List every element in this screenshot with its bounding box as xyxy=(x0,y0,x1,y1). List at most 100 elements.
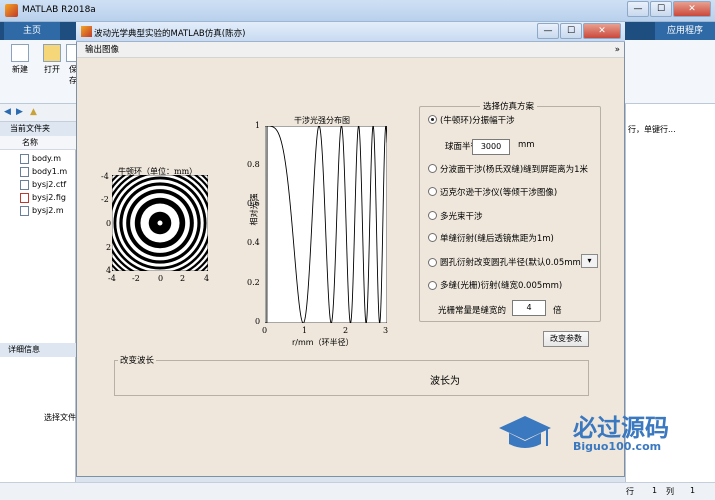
watermark-url: Biguo100.com xyxy=(573,440,662,453)
radio-michelson[interactable] xyxy=(428,187,437,196)
row-label: 行 xyxy=(626,487,634,496)
plot2-ytick: 0.4 xyxy=(247,238,260,247)
matlab-titlebar: MATLAB R2018a — ☐ ✕ xyxy=(0,0,715,22)
plot1-xtick: -2 xyxy=(132,274,140,283)
plot2-ytick: 0 xyxy=(255,317,261,326)
row-value: 1 xyxy=(652,486,658,495)
fig-file-icon xyxy=(20,193,29,203)
option-label: 多缝(光栅)衍射(缝宽0.005mm) xyxy=(440,281,563,291)
figure-logo-icon xyxy=(81,26,92,37)
figure-titlebar: 波动光学典型实验的MATLAB仿真(陈亦) — ☐ ✕ xyxy=(76,22,625,42)
maximize-button[interactable]: ☐ xyxy=(650,1,672,17)
file-item[interactable]: bysj2.ctf xyxy=(32,180,66,189)
minimize-button[interactable]: — xyxy=(627,1,649,17)
option-label: 多光束干涉 xyxy=(440,212,483,222)
plot2-ytick: 1 xyxy=(255,121,261,130)
newton-rings-image xyxy=(112,175,208,271)
tab-home[interactable]: 主页 xyxy=(4,22,60,40)
back-icon[interactable]: ◀ xyxy=(4,107,11,117)
wavelength-panel xyxy=(114,360,589,396)
plot2-title: 干涉光强分布图 xyxy=(294,116,350,125)
plot2-ytick: 0.8 xyxy=(247,160,260,169)
workspace-hint: 行，单键行... xyxy=(628,125,676,134)
panel-title: 选择仿真方案 xyxy=(480,100,538,112)
matlab-logo-icon xyxy=(5,4,18,17)
plot2-ytick: 0.2 xyxy=(247,278,260,287)
file-item[interactable]: bysj2.m xyxy=(32,206,64,215)
plot1-xtick: 0 xyxy=(158,274,164,283)
m-file-icon xyxy=(20,167,29,177)
figure-minimize-button[interactable]: — xyxy=(537,23,559,39)
current-folder-header: 当前文件夹 xyxy=(0,122,76,136)
wavelength-panel-title: 改变波长 xyxy=(118,354,157,366)
grating-unit: 倍 xyxy=(553,306,562,316)
window-controls: — ☐ ✕ xyxy=(626,1,711,17)
option-label: 圆孔衍射改变圆孔半径(默认0.05mm) xyxy=(440,258,585,268)
details-header: 详细信息 xyxy=(0,343,76,357)
file-item[interactable]: body.m xyxy=(32,154,61,163)
option-label: (牛顿环)分振幅干涉 xyxy=(440,116,515,126)
close-button[interactable]: ✕ xyxy=(673,1,711,17)
aperture-dropdown-button[interactable]: ▾ xyxy=(581,254,598,268)
plot2-xtick: 2 xyxy=(343,326,349,335)
open-button[interactable]: 打开 xyxy=(36,44,68,75)
sidebar xyxy=(0,104,76,500)
plot1-xtick: -4 xyxy=(108,274,116,283)
radio-multibeam[interactable] xyxy=(428,211,437,220)
plot1-ytick: -2 xyxy=(101,195,109,204)
new-icon xyxy=(11,44,29,62)
plot1-xtick: 4 xyxy=(204,274,210,283)
up-folder-icon[interactable]: ▲ xyxy=(30,107,37,117)
m-file-icon xyxy=(20,206,29,216)
ctf-file-icon xyxy=(20,180,29,190)
radio-circular-aperture[interactable] xyxy=(428,258,437,267)
watermark-text: 必过源码 xyxy=(573,414,669,442)
plot2-xlabel: r/mm（环半径） xyxy=(292,338,354,347)
figure-title: 波动光学典型实验的MATLAB仿真(陈亦) xyxy=(94,29,246,39)
figure-window-controls: — ☐ ✕ xyxy=(536,23,621,39)
file-item[interactable]: bysj2.fig xyxy=(32,193,66,202)
menu-overflow-icon[interactable]: » xyxy=(615,42,620,58)
tab-apps[interactable]: 应用程序 xyxy=(655,22,715,40)
folder-icon xyxy=(43,44,61,62)
col-label: 列 xyxy=(666,487,674,496)
plot2-xtick: 0 xyxy=(262,326,268,335)
plot2-ylabel: 相对光强 xyxy=(249,193,259,226)
radio-young-double-slit[interactable] xyxy=(428,164,437,173)
plot1-ytick: -4 xyxy=(101,172,109,181)
plot1-xtick: 2 xyxy=(180,274,186,283)
radius-input[interactable]: 3000 xyxy=(472,139,510,155)
radius-unit: mm xyxy=(518,140,535,150)
plot2-xtick: 3 xyxy=(383,326,389,335)
figure-menubar: 输出图像 » xyxy=(77,42,624,58)
status-bar: 行 1 列 1 xyxy=(0,482,715,500)
option-label: 单缝衍射(缝后透镜焦距为1m) xyxy=(440,234,554,244)
plot1-ytick: 0 xyxy=(106,219,112,228)
nav-toolbar: ◀ ▶ ▲ xyxy=(0,104,76,122)
plot2-xtick: 1 xyxy=(302,326,308,335)
radio-single-slit[interactable] xyxy=(428,233,437,242)
col-value: 1 xyxy=(690,486,696,495)
change-params-button[interactable]: 改变参数 xyxy=(543,331,589,347)
option-label: 迈克尔逊干涉仪(等倾干涉图像) xyxy=(440,188,558,198)
figure-close-button[interactable]: ✕ xyxy=(583,23,621,39)
grating-input[interactable]: 4 xyxy=(512,300,546,316)
intensity-plot xyxy=(265,126,387,323)
forward-icon[interactable]: ▶ xyxy=(16,107,23,117)
menu-output-image[interactable]: 输出图像 xyxy=(85,45,119,55)
ring-center xyxy=(157,220,163,226)
radio-grating[interactable] xyxy=(428,281,437,290)
graduation-cap-watermark-icon xyxy=(499,416,551,448)
file-list-header: 名称 xyxy=(0,136,76,150)
grating-label: 光栅常量是缝宽的 xyxy=(438,306,507,316)
plot1-ytick: 2 xyxy=(106,243,112,252)
name-column-header[interactable]: 名称 xyxy=(22,137,38,148)
figure-maximize-button[interactable]: ☐ xyxy=(560,23,582,39)
radio-newton-rings[interactable] xyxy=(428,115,437,124)
new-button[interactable]: 新建 xyxy=(4,44,36,75)
wavelength-text: 波长为 xyxy=(430,376,460,387)
option-label: 分波面干涉(杨氏双缝)缝到屏距离为1米 xyxy=(440,165,589,175)
select-file-text: 选择文件 xyxy=(44,413,76,422)
app-title: MATLAB R2018a xyxy=(22,5,96,15)
file-item[interactable]: body1.m xyxy=(32,167,67,176)
